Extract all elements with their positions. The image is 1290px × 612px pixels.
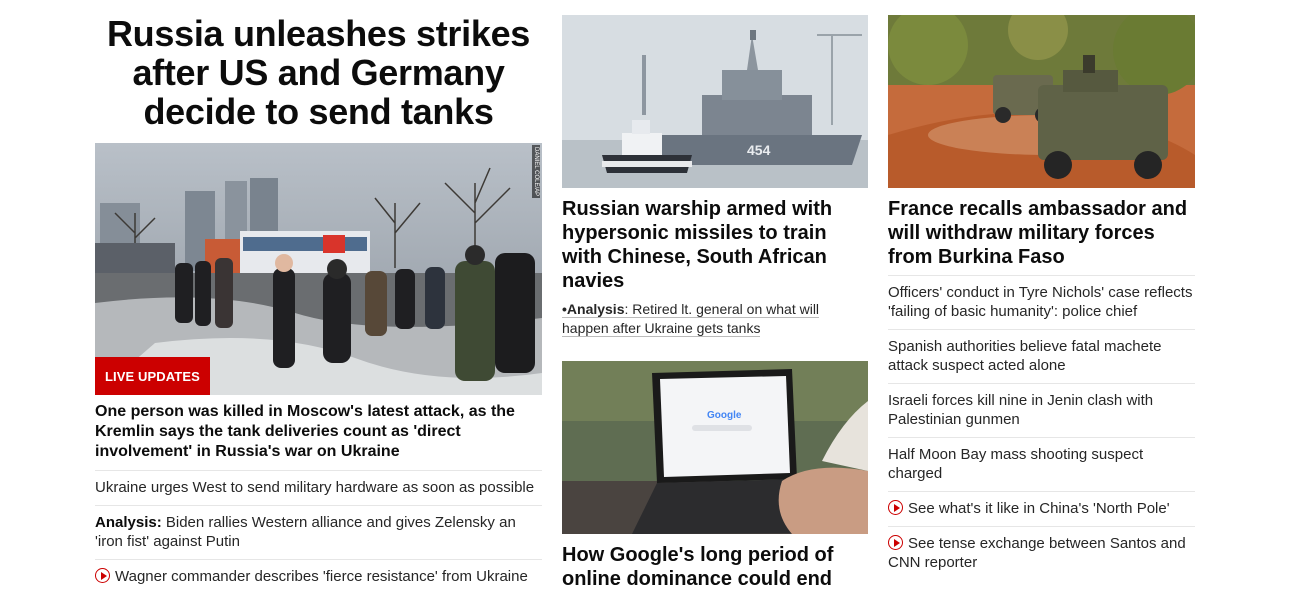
hero-image[interactable]: DANIEL COLE/AP LIVE UPDATES [95,143,542,395]
play-icon [888,500,903,515]
warship-analysis-link[interactable]: •Analysis: Retired lt. general on what w… [562,300,868,338]
analysis-label: •Analysis [562,301,625,317]
middle-column: 454 Russian warship armed with hypersoni… [562,0,868,591]
list-item[interactable]: Israeli forces kill nine in Jenin clash … [888,384,1195,438]
analysis-label: Analysis: [95,514,162,531]
list-item-text: Wagner commander describes 'fierce resis… [115,568,528,585]
list-item-text: Half Moon Bay mass shooting suspect char… [888,446,1144,482]
warship-story-title[interactable]: Russian warship armed with hypersonic mi… [562,197,868,293]
list-item[interactable]: Half Moon Bay mass shooting suspect char… [888,438,1195,492]
list-item-text: Ukraine urges West to send military hard… [95,479,535,496]
warship-image[interactable]: 454 [562,15,868,188]
lead-story-column: Russia unleashes strikes after US and Ge… [95,0,542,594]
military-vehicles-photo [888,15,1195,188]
list-item-text: Officers' conduct in Tyre Nichols' case … [888,284,1193,320]
play-icon [95,568,110,583]
video-list-item[interactable]: See what's it like in China's 'North Pol… [888,492,1195,527]
live-updates-badge[interactable]: LIVE UPDATES [95,357,210,395]
lead-summary-link[interactable]: One person was killed in Moscow's latest… [95,402,542,471]
play-icon [888,535,903,550]
google-screen-logo: Google [707,410,742,421]
photo-credit: DANIEL COLE/AP [532,145,540,199]
lead-headline[interactable]: Russia unleashes strikes after US and Ge… [95,14,542,131]
video-list-item[interactable]: See tense exchange between Santos and CN… [888,527,1195,580]
list-item[interactable]: Analysis: Biden rallies Western alliance… [95,506,542,560]
list-item[interactable]: Officers' conduct in Tyre Nichols' case … [888,275,1195,330]
right-headline-list: Officers' conduct in Tyre Nichols' case … [888,275,1195,580]
list-item-text: Israeli forces kill nine in Jenin clash … [888,392,1154,428]
video-list-item[interactable]: Wagner commander describes 'fierce resis… [95,560,542,594]
right-column: France recalls ambassador and will withd… [888,0,1195,580]
list-item-text: Spanish authorities believe fatal machet… [888,338,1162,374]
google-story-title[interactable]: How Google's long period of online domin… [562,543,868,591]
military-vehicles-image[interactable] [888,15,1195,188]
list-item-text: See tense exchange between Santos and CN… [888,535,1186,571]
list-item-text: See what's it like in China's 'North Pol… [908,500,1170,517]
laptop-image[interactable]: Google [562,361,868,534]
list-item[interactable]: Ukraine urges West to send military hard… [95,471,542,506]
france-story-title[interactable]: France recalls ambassador and will withd… [888,197,1195,269]
laptop-photo: Google [562,361,868,534]
warship-photo: 454 [562,15,868,188]
list-item[interactable]: Spanish authorities believe fatal machet… [888,330,1195,384]
hull-number: 454 [747,142,771,158]
